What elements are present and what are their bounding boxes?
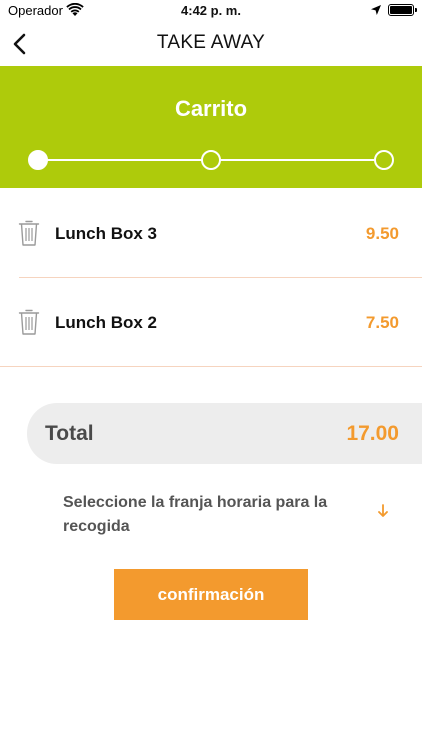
progress-step-3: [374, 150, 394, 170]
item-divider: [0, 366, 422, 367]
status-time: 4:42 p. m.: [181, 3, 241, 18]
location-arrow-icon: [371, 5, 381, 15]
confirm-button[interactable]: confirmación: [114, 569, 308, 620]
progress-step-2: [201, 150, 221, 170]
cart-item: Lunch Box 2 7.50: [0, 278, 422, 366]
battery-icon: [388, 4, 417, 16]
total-label: Total: [45, 422, 94, 445]
progress-step-1: [28, 150, 48, 170]
cart-header: Carrito: [0, 66, 422, 188]
item-name: Lunch Box 2: [55, 313, 158, 332]
item-name: Lunch Box 3: [55, 224, 158, 243]
item-price: 7.50: [365, 313, 399, 332]
navigation-bar: TAKE AWAY: [0, 22, 422, 66]
progress-stepper: [28, 150, 394, 170]
trash-icon[interactable]: [18, 219, 40, 247]
arrow-down-icon: [378, 504, 388, 517]
cart-title: Carrito: [174, 96, 248, 121]
cart-item: Lunch Box 3 9.50: [0, 189, 422, 277]
status-bar: Operador 4:42 p. m.: [0, 0, 422, 22]
total-bar: Total 17.00: [27, 403, 422, 464]
pickup-time-slot-label: Seleccione la franja horaria para la rec…: [63, 494, 328, 535]
trash-icon[interactable]: [18, 308, 40, 336]
pickup-time-slot-dropdown[interactable]: Seleccione la franja horaria para la rec…: [63, 491, 393, 541]
total-amount: 17.00: [346, 422, 399, 445]
item-price: 9.50: [365, 224, 399, 243]
page-title: TAKE AWAY: [156, 32, 266, 53]
